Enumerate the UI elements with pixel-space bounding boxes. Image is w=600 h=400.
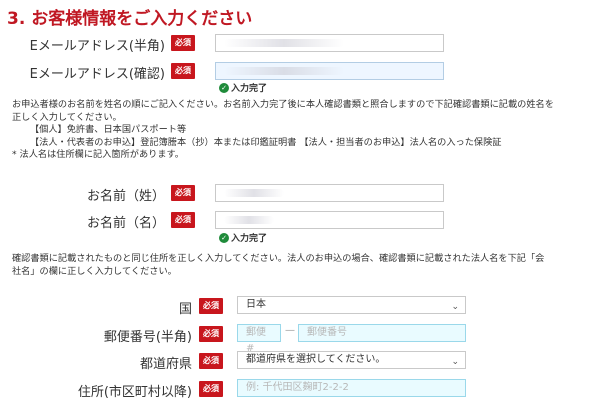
country-value: 日本 [246, 299, 266, 310]
masked-value [224, 189, 284, 197]
address-input[interactable]: 例: 千代田区麹町2-2-2 [237, 379, 466, 397]
prefecture-label: 都道府県 [139, 357, 192, 372]
name-note-line: 【法人・代表者のお申込】登記簿謄本（抄）本または印鑑証明書 【法人・担当者のお申… [30, 136, 502, 148]
name-note-line: お申込者様のお名前を姓名の順にご記入ください。お名前入力完了後に本人確認書類と照… [12, 99, 554, 110]
name-note-line: 【個人】免許書、日本国パスポート等 [30, 124, 187, 135]
last-name-required-badge: 必須 [171, 185, 195, 201]
chevron-down-icon: ⌄ [451, 357, 459, 367]
email-field[interactable] [215, 34, 444, 52]
first-name-status: ✓ 入力完了 [219, 231, 267, 244]
last-name-label: お名前（姓） [86, 189, 165, 204]
masked-value [224, 67, 344, 75]
address-note-line: 確認書類に記載されたものと同じ住所を正しく入力してください。法人のお申込の場合、… [12, 253, 545, 264]
name-instructions: お申込者様のお名前を姓名の順にご記入ください。お名前入力完了後に本人確認書類と照… [12, 99, 554, 162]
address-required-badge: 必須 [199, 381, 223, 397]
prefecture-value: 都道府県を選択してください。 [246, 354, 386, 365]
email-confirm-required-badge: 必須 [171, 63, 195, 79]
first-name-required-badge: 必須 [171, 212, 195, 228]
first-name-field[interactable] [215, 211, 444, 229]
section-title: 3. お客様情報をご入力ください [7, 9, 253, 29]
first-name-status-text: 入力完了 [231, 234, 268, 244]
address-instructions: 確認書類に記載されたものと同じ住所を正しく入力してください。法人のお申込の場合、… [12, 253, 544, 278]
address-note-line: 社名」の欄に正しく入力してください。 [12, 265, 177, 277]
postal-code-second-input[interactable]: 郵便番号 [298, 324, 466, 342]
country-label: 国 [178, 302, 192, 317]
name-note-line: * 法人名は住所欄に記入箇所があります。 [12, 149, 184, 160]
postal-code-first-input[interactable]: 郵便# [237, 324, 281, 354]
email-confirm-label: Eメールアドレス(確認) [29, 67, 165, 82]
postal-separator: — [285, 325, 295, 336]
country-select[interactable]: 日本 ⌄ [237, 296, 466, 314]
prefecture-required-badge: 必須 [199, 353, 223, 369]
email-confirm-status: ✓ 入力完了 [219, 81, 267, 94]
chevron-down-icon: ⌄ [451, 302, 459, 312]
postal-label: 郵便番号(半角) [103, 330, 192, 345]
email-label: Eメールアドレス(半角) [29, 39, 165, 54]
masked-value [224, 216, 274, 224]
first-name-label: お名前（名） [86, 216, 165, 231]
address-label: 住所(市区町村以降) [77, 385, 192, 400]
email-confirm-status-text: 入力完了 [231, 84, 268, 94]
name-note-line: 正しく入力してください。 [12, 111, 122, 123]
email-required-badge: 必須 [171, 35, 195, 51]
email-confirm-field[interactable] [215, 62, 444, 80]
country-required-badge: 必須 [199, 298, 223, 314]
postal-required-badge: 必須 [199, 326, 223, 342]
last-name-field[interactable] [215, 184, 444, 202]
check-circle-icon: ✓ [219, 232, 229, 243]
check-circle-icon: ✓ [219, 82, 229, 93]
masked-value [224, 39, 344, 47]
prefecture-select[interactable]: 都道府県を選択してください。 ⌄ [237, 351, 466, 369]
